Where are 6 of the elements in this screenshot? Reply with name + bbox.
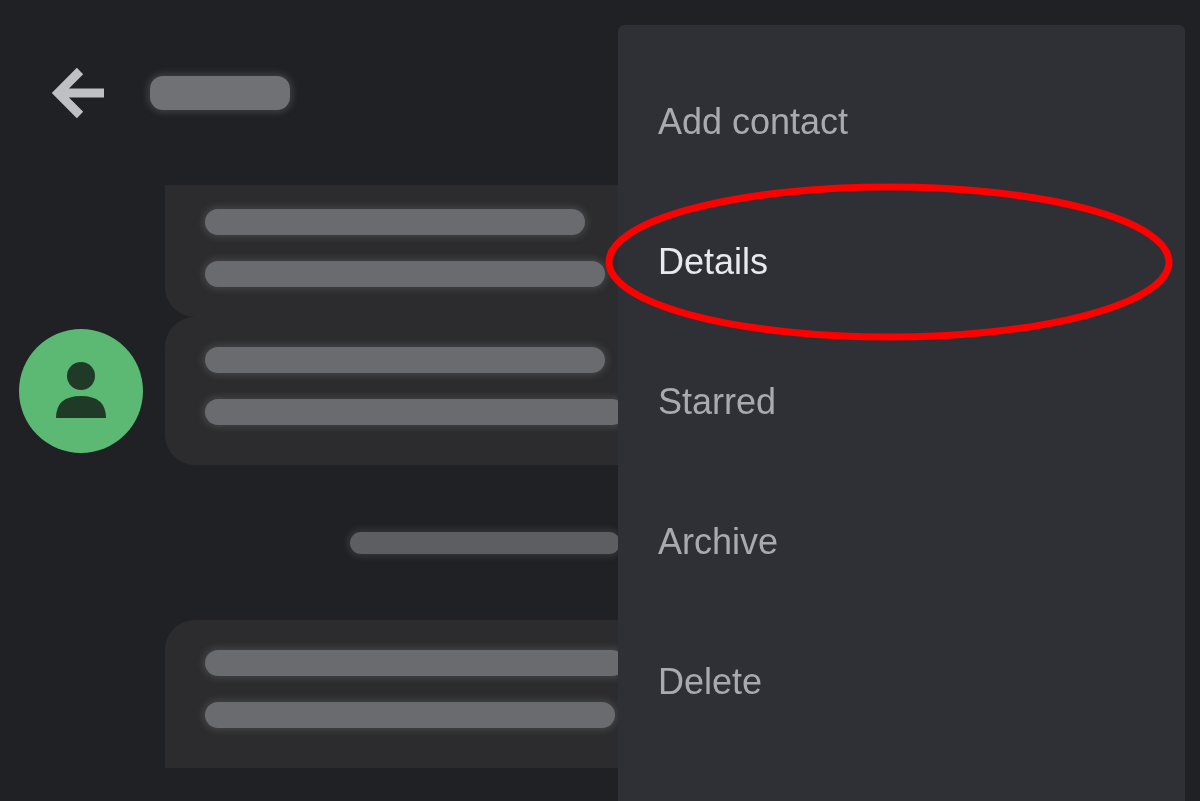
menu-item[interactable]: Delete <box>618 660 1185 800</box>
avatar-icon <box>18 328 144 454</box>
menu-item[interactable]: Add contact <box>618 100 1185 240</box>
menu-item[interactable]: Details <box>618 240 1185 380</box>
menu-item[interactable]: Archive <box>618 520 1185 660</box>
menu-item[interactable]: Starred <box>618 380 1185 520</box>
